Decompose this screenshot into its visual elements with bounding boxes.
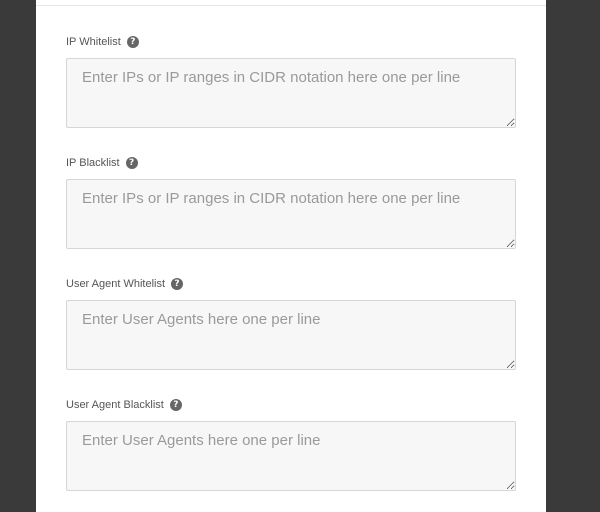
user-agent-blacklist-label-row: User Agent Blacklist ? — [66, 397, 516, 413]
user-agent-whitelist-label: User Agent Whitelist — [66, 278, 166, 290]
help-icon[interactable]: ? — [126, 36, 139, 48]
user-agent-whitelist-textarea[interactable] — [66, 300, 516, 370]
ip-blacklist-field: IP Blacklist ? — [66, 155, 516, 249]
help-icon[interactable]: ? — [169, 399, 182, 411]
user-agent-blacklist-textarea[interactable] — [66, 421, 516, 491]
help-icon[interactable]: ? — [171, 278, 184, 290]
ip-whitelist-label: IP Whitelist — [66, 36, 121, 48]
ip-blacklist-label-row: IP Blacklist ? — [66, 155, 516, 171]
user-agent-whitelist-field: User Agent Whitelist ? — [66, 276, 516, 370]
ip-blacklist-textarea[interactable] — [66, 179, 516, 249]
user-agent-whitelist-label-row: User Agent Whitelist ? — [66, 276, 516, 292]
settings-panel: IP Whitelist ? IP Blacklist ? User Agent… — [36, 0, 546, 512]
ip-blacklist-label: IP Blacklist — [66, 157, 120, 169]
ip-whitelist-field: IP Whitelist ? — [66, 34, 516, 128]
user-agent-blacklist-field: User Agent Blacklist ? — [66, 397, 516, 491]
user-agent-blacklist-label: User Agent Blacklist — [66, 399, 164, 411]
panel-divider — [36, 5, 546, 6]
help-icon[interactable]: ? — [125, 157, 138, 169]
page-backdrop: IP Whitelist ? IP Blacklist ? User Agent… — [0, 0, 600, 512]
ip-whitelist-textarea[interactable] — [66, 58, 516, 128]
ip-whitelist-label-row: IP Whitelist ? — [66, 34, 516, 50]
